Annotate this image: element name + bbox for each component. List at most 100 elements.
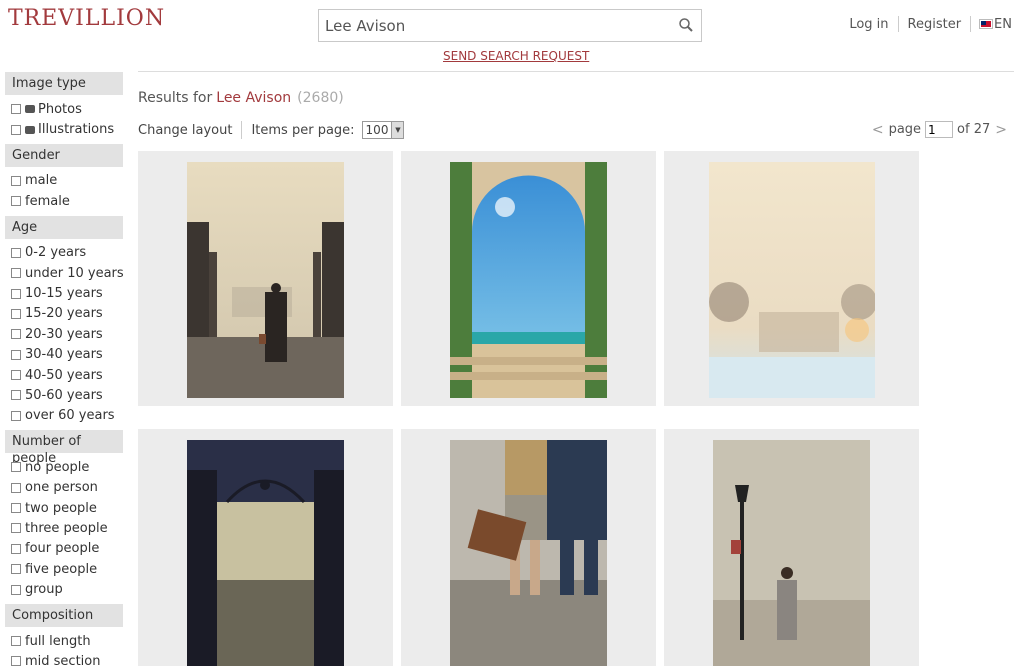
filter-checkbox[interactable]	[11, 308, 21, 319]
filter-checkbox[interactable]	[11, 124, 21, 135]
page-input[interactable]	[925, 121, 954, 138]
filter-list: male female	[5, 167, 123, 216]
items-per-page-value: 100	[365, 123, 389, 137]
filter-checkbox[interactable]	[11, 543, 21, 554]
results-label: Results for	[138, 90, 213, 106]
filter-option[interactable]: 30-40 years	[11, 345, 123, 365]
filter-checkbox[interactable]	[11, 462, 21, 473]
next-page-icon[interactable]: >	[995, 122, 1007, 138]
filter-checkbox[interactable]	[11, 503, 21, 514]
divider	[897, 16, 899, 32]
filter-option[interactable]: under 10 years	[11, 263, 124, 283]
filter-option[interactable]: female	[11, 191, 123, 211]
filter-option[interactable]: 0-2 years	[11, 243, 123, 263]
brush-icon	[25, 125, 35, 134]
result-image-platform-couple[interactable]	[450, 440, 607, 666]
results-count: (2680)	[297, 90, 344, 106]
filter-option-label: Illustrations	[38, 122, 115, 138]
filter-option-label: over 60 years	[25, 408, 115, 424]
logo[interactable]: TREVILLION	[8, 6, 165, 31]
filter-option[interactable]: one person	[11, 477, 123, 497]
filter-checkbox[interactable]	[11, 523, 21, 534]
filter-option-label: full length	[25, 633, 91, 649]
prev-page-icon[interactable]: <	[872, 122, 884, 138]
language-selector[interactable]: EN	[980, 17, 1012, 32]
filter-checkbox[interactable]	[11, 410, 21, 421]
filter-option[interactable]: five people	[11, 559, 123, 579]
filter-option-label: one person	[25, 480, 98, 496]
filter-checkbox[interactable]	[11, 104, 21, 115]
filter-option[interactable]: two people	[11, 498, 123, 518]
filter-option-label: Photos	[38, 101, 82, 117]
filter-checkbox[interactable]	[11, 329, 21, 340]
result-tile[interactable]	[138, 151, 393, 406]
filter-section-title: Composition	[5, 603, 123, 627]
filter-option[interactable]: full length	[11, 631, 123, 651]
filter-option-label: 10-15 years	[25, 286, 103, 302]
results-summary: Results for Lee Avison (2680)	[138, 90, 344, 106]
filter-option-label: four people	[25, 541, 100, 557]
filter-option[interactable]: group	[11, 579, 123, 599]
filter-checkbox[interactable]	[11, 268, 21, 279]
register-link[interactable]: Register	[908, 17, 962, 32]
pagination: < page of 27 >	[867, 121, 1012, 138]
change-layout-button[interactable]: Change layout	[138, 123, 232, 138]
result-tile[interactable]	[401, 151, 656, 406]
filter-option[interactable]: 10-15 years	[11, 283, 123, 303]
filter-checkbox[interactable]	[11, 196, 21, 207]
filter-checkbox[interactable]	[11, 390, 21, 401]
result-tile[interactable]	[401, 429, 656, 666]
filter-checkbox[interactable]	[11, 349, 21, 360]
filter-section-title: Image type	[5, 72, 123, 95]
filter-section-title: Age	[5, 215, 123, 239]
filter-checkbox[interactable]	[11, 370, 21, 381]
filter-section-title: Number of people	[5, 430, 123, 466]
filter-section-title: Gender	[5, 143, 123, 167]
filter-list: 0-2 years under 10 years 10-15 years 15-20 …	[5, 239, 124, 431]
filter-option-label: 40-50 years	[25, 367, 103, 383]
filter-option[interactable]: three people	[11, 518, 123, 538]
filter-list: no people one person two people three peopl…	[5, 453, 123, 604]
result-tile[interactable]	[664, 151, 919, 406]
filter-list: Photos Illustrations	[5, 95, 123, 144]
result-tile[interactable]	[664, 429, 919, 666]
filter-checkbox[interactable]	[11, 247, 21, 258]
divider	[970, 16, 972, 32]
items-per-page-select[interactable]: 100 ▼	[361, 121, 405, 139]
filter-checkbox[interactable]	[11, 175, 21, 186]
filter-option[interactable]: male	[11, 171, 123, 191]
filter-checkbox[interactable]	[11, 564, 21, 575]
filter-option-label: five people	[25, 561, 98, 577]
filter-checkbox[interactable]	[11, 584, 21, 595]
filter-option[interactable]: Illustrations	[11, 119, 123, 139]
result-image-manor-snow[interactable]	[709, 162, 875, 398]
filter-option[interactable]: 15-20 years	[11, 304, 123, 324]
result-image-lamppost-woman[interactable]	[713, 440, 870, 666]
filter-option[interactable]: 40-50 years	[11, 365, 123, 385]
login-link[interactable]: Log in	[849, 17, 888, 32]
result-image-arch-sea[interactable]	[450, 162, 607, 398]
camera-icon	[25, 105, 35, 114]
filter-option[interactable]: over 60 years	[11, 406, 123, 426]
filter-option[interactable]: 20-30 years	[11, 324, 123, 344]
filter-checkbox[interactable]	[11, 482, 21, 493]
send-search-request-link[interactable]: SEND SEARCH REQUEST	[443, 49, 589, 63]
filter-option-label: mid section	[25, 653, 101, 666]
filter-option[interactable]: no people	[11, 457, 123, 477]
result-image-gates-fog[interactable]	[187, 162, 344, 398]
filter-option[interactable]: mid section	[11, 651, 123, 666]
filter-option[interactable]: 50-60 years	[11, 385, 123, 405]
filter-option-label: 50-60 years	[25, 387, 103, 403]
filter-option-label: 30-40 years	[25, 347, 103, 363]
results-term[interactable]: Lee Avison	[216, 90, 291, 106]
filter-checkbox[interactable]	[11, 656, 21, 666]
filter-checkbox[interactable]	[11, 636, 21, 646]
search-input[interactable]	[319, 10, 659, 41]
divider	[241, 121, 243, 139]
filter-option[interactable]: Photos	[11, 99, 123, 119]
result-tile[interactable]	[138, 429, 393, 666]
search-icon[interactable]	[678, 17, 694, 33]
filter-option[interactable]: four people	[11, 539, 123, 559]
result-image-night-gate[interactable]	[187, 440, 344, 666]
filter-checkbox[interactable]	[11, 288, 21, 299]
